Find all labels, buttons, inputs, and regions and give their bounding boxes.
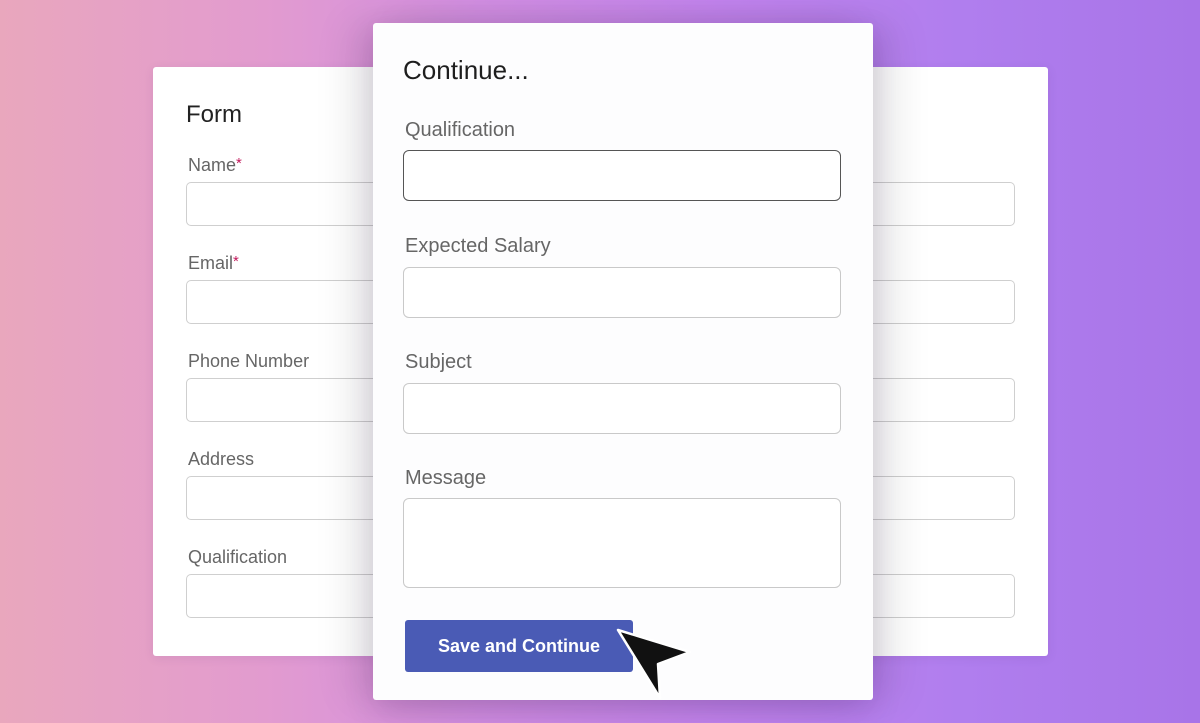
continue-form-card: Continue... Qualification Expected Salar… [373,23,873,700]
save-and-continue-button[interactable]: Save and Continue [405,620,633,672]
message-label: Message [405,467,487,489]
expected-salary-input[interactable] [403,267,841,318]
continue-title: Continue... [403,55,529,85]
qualification-input[interactable] [403,150,841,201]
name-label: Name* [188,155,242,175]
qualification-input-right-edge[interactable] [853,574,1015,618]
email-label: Email* [188,253,239,273]
name-input-right-edge[interactable] [853,182,1015,226]
phone-number-label: Phone Number [188,351,310,371]
phone-number-input-right-edge[interactable] [853,378,1015,422]
subject-label: Subject [405,351,472,373]
required-mark: * [233,253,239,270]
expected-salary-label: Expected Salary [405,235,551,257]
qualification-label: Qualification [405,119,516,141]
qualification-label: Qualification [188,547,288,567]
subject-input[interactable] [403,383,841,434]
required-mark: * [236,155,242,172]
email-input-right-edge[interactable] [853,280,1015,324]
message-textarea[interactable] [403,498,841,588]
mouse-pointer-icon [616,628,692,700]
form-title: Form [186,101,242,128]
address-input-right-edge[interactable] [853,476,1015,520]
address-label: Address [188,449,255,469]
